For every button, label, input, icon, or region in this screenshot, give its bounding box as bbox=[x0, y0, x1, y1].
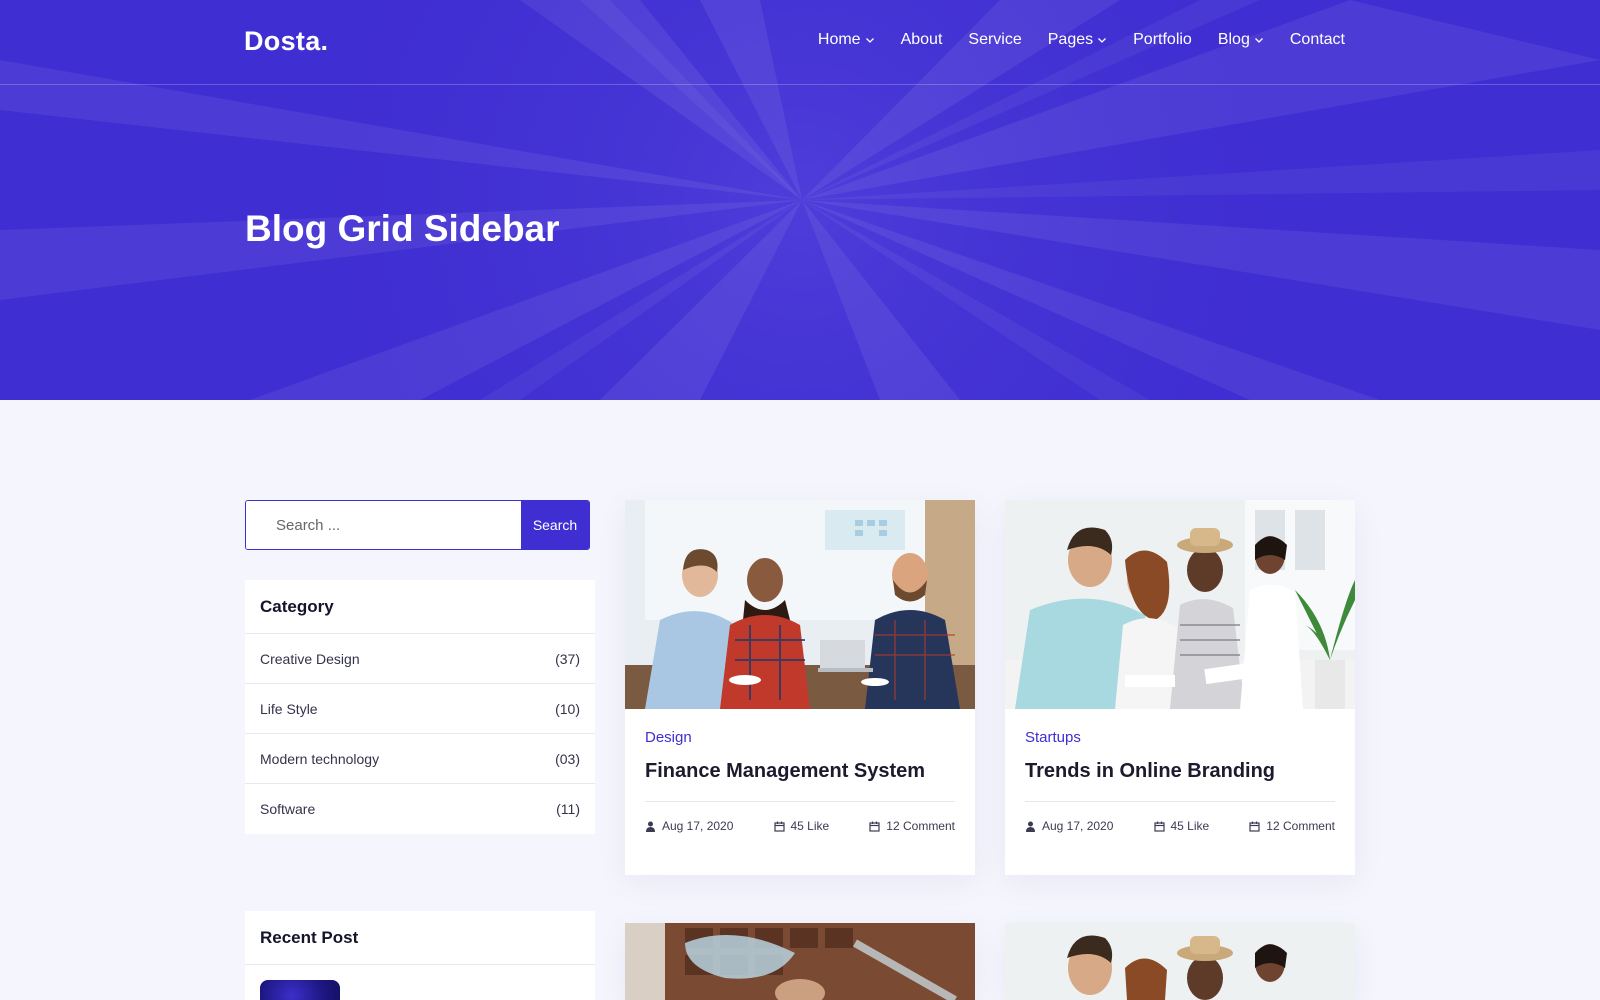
calendar-icon bbox=[869, 821, 880, 832]
calendar-icon bbox=[1153, 821, 1165, 832]
user-icon bbox=[646, 821, 655, 832]
post-image[interactable] bbox=[625, 500, 975, 709]
post-title[interactable]: Finance Management System bbox=[645, 760, 955, 802]
nav-item-label: Service bbox=[968, 31, 1022, 48]
nav-item-label: About bbox=[900, 31, 943, 48]
post-date: Aug 17, 2020 bbox=[662, 819, 734, 833]
nav-item-portfolio[interactable]: Portfolio bbox=[1133, 31, 1192, 49]
nav-item-home[interactable]: Home bbox=[818, 31, 875, 49]
post-body: Startups Trends in Online Branding Aug 1… bbox=[1005, 709, 1355, 850]
post-category-link[interactable]: Design bbox=[645, 729, 955, 746]
post-comments-label: 12 Comment bbox=[886, 819, 955, 833]
category-widget: Category Creative Design (37) Life Style… bbox=[245, 580, 595, 834]
nav-item-label: Contact bbox=[1289, 31, 1345, 48]
nav-item-label: Home bbox=[817, 31, 861, 48]
category-item[interactable]: Software (11) bbox=[245, 784, 595, 834]
search-button[interactable]: Search bbox=[521, 501, 589, 549]
post-likes: 45 Like bbox=[1153, 819, 1210, 833]
nav-item-label: Portfolio bbox=[1133, 31, 1192, 48]
hero-banner: Dosta. Home About Service Pages Portfoli… bbox=[0, 0, 1600, 400]
page-title: Blog Grid Sidebar bbox=[245, 208, 560, 249]
category-count: (03) bbox=[555, 750, 580, 767]
category-count: (10) bbox=[555, 700, 580, 717]
nav-item-about[interactable]: About bbox=[901, 31, 943, 49]
category-count: (11) bbox=[556, 801, 580, 817]
post-image[interactable] bbox=[625, 923, 975, 1000]
post-category-link[interactable]: Startups bbox=[1025, 729, 1335, 746]
post-meta: Aug 17, 2020 45 Like 12 Comment bbox=[645, 802, 955, 850]
category-widget-title: Category bbox=[245, 580, 595, 634]
chevron-down-icon bbox=[865, 38, 874, 43]
calendar-icon bbox=[1249, 821, 1260, 832]
nav-item-service[interactable]: Service bbox=[968, 31, 1021, 49]
recent-post-thumbnail[interactable] bbox=[260, 980, 340, 1000]
post-image[interactable] bbox=[1005, 923, 1355, 1000]
category-name: Software bbox=[260, 801, 316, 817]
post-comments: 12 Comment bbox=[869, 819, 955, 833]
calendar-icon bbox=[773, 821, 785, 832]
nav-item-blog[interactable]: Blog bbox=[1218, 31, 1264, 49]
blog-card: Startups Trends in Online Branding Aug 1… bbox=[1005, 500, 1355, 875]
main-nav: Home About Service Pages Portfolio Blog … bbox=[792, 31, 1345, 49]
post-image[interactable] bbox=[1005, 500, 1355, 709]
category-name: Creative Design bbox=[260, 650, 360, 667]
post-author-date: Aug 17, 2020 bbox=[645, 819, 733, 833]
recent-post-widget: Recent Post bbox=[245, 911, 595, 1000]
site-logo[interactable]: Dosta. bbox=[244, 26, 328, 57]
chevron-down-icon bbox=[1098, 38, 1107, 43]
post-comments: 12 Comment bbox=[1249, 819, 1335, 833]
nav-item-contact[interactable]: Contact bbox=[1290, 31, 1345, 49]
post-likes-label: 45 Like bbox=[1170, 819, 1210, 833]
post-title[interactable]: Trends in Online Branding bbox=[1025, 760, 1335, 802]
post-likes-label: 45 Like bbox=[790, 819, 830, 833]
category-count: (37) bbox=[555, 650, 580, 667]
post-author-date: Aug 17, 2020 bbox=[1025, 819, 1113, 833]
nav-item-label: Blog bbox=[1217, 31, 1250, 48]
post-body: Design Finance Management System Aug 17,… bbox=[625, 709, 975, 850]
post-likes: 45 Like bbox=[773, 819, 830, 833]
post-meta: Aug 17, 2020 45 Like 12 Comment bbox=[1025, 802, 1335, 850]
search-input[interactable] bbox=[246, 501, 521, 549]
search-form: Search bbox=[245, 500, 590, 550]
category-item[interactable]: Modern technology (03) bbox=[245, 734, 595, 784]
post-comments-label: 12 Comment bbox=[1266, 819, 1335, 833]
site-header: Dosta. Home About Service Pages Portfoli… bbox=[0, 0, 1600, 85]
category-name: Life Style bbox=[260, 700, 318, 717]
blog-card bbox=[625, 923, 975, 1000]
category-item[interactable]: Creative Design (37) bbox=[245, 634, 595, 684]
blog-card bbox=[1005, 923, 1355, 1000]
nav-item-label: Pages bbox=[1047, 31, 1094, 48]
post-date: Aug 17, 2020 bbox=[1042, 819, 1114, 833]
blog-card: Design Finance Management System Aug 17,… bbox=[625, 500, 975, 875]
user-icon bbox=[1026, 821, 1035, 832]
nav-item-pages[interactable]: Pages bbox=[1048, 31, 1107, 49]
chevron-down-icon bbox=[1254, 38, 1263, 43]
category-name: Modern technology bbox=[260, 750, 380, 767]
recent-post-widget-title: Recent Post bbox=[245, 911, 595, 965]
category-item[interactable]: Life Style (10) bbox=[245, 684, 595, 734]
